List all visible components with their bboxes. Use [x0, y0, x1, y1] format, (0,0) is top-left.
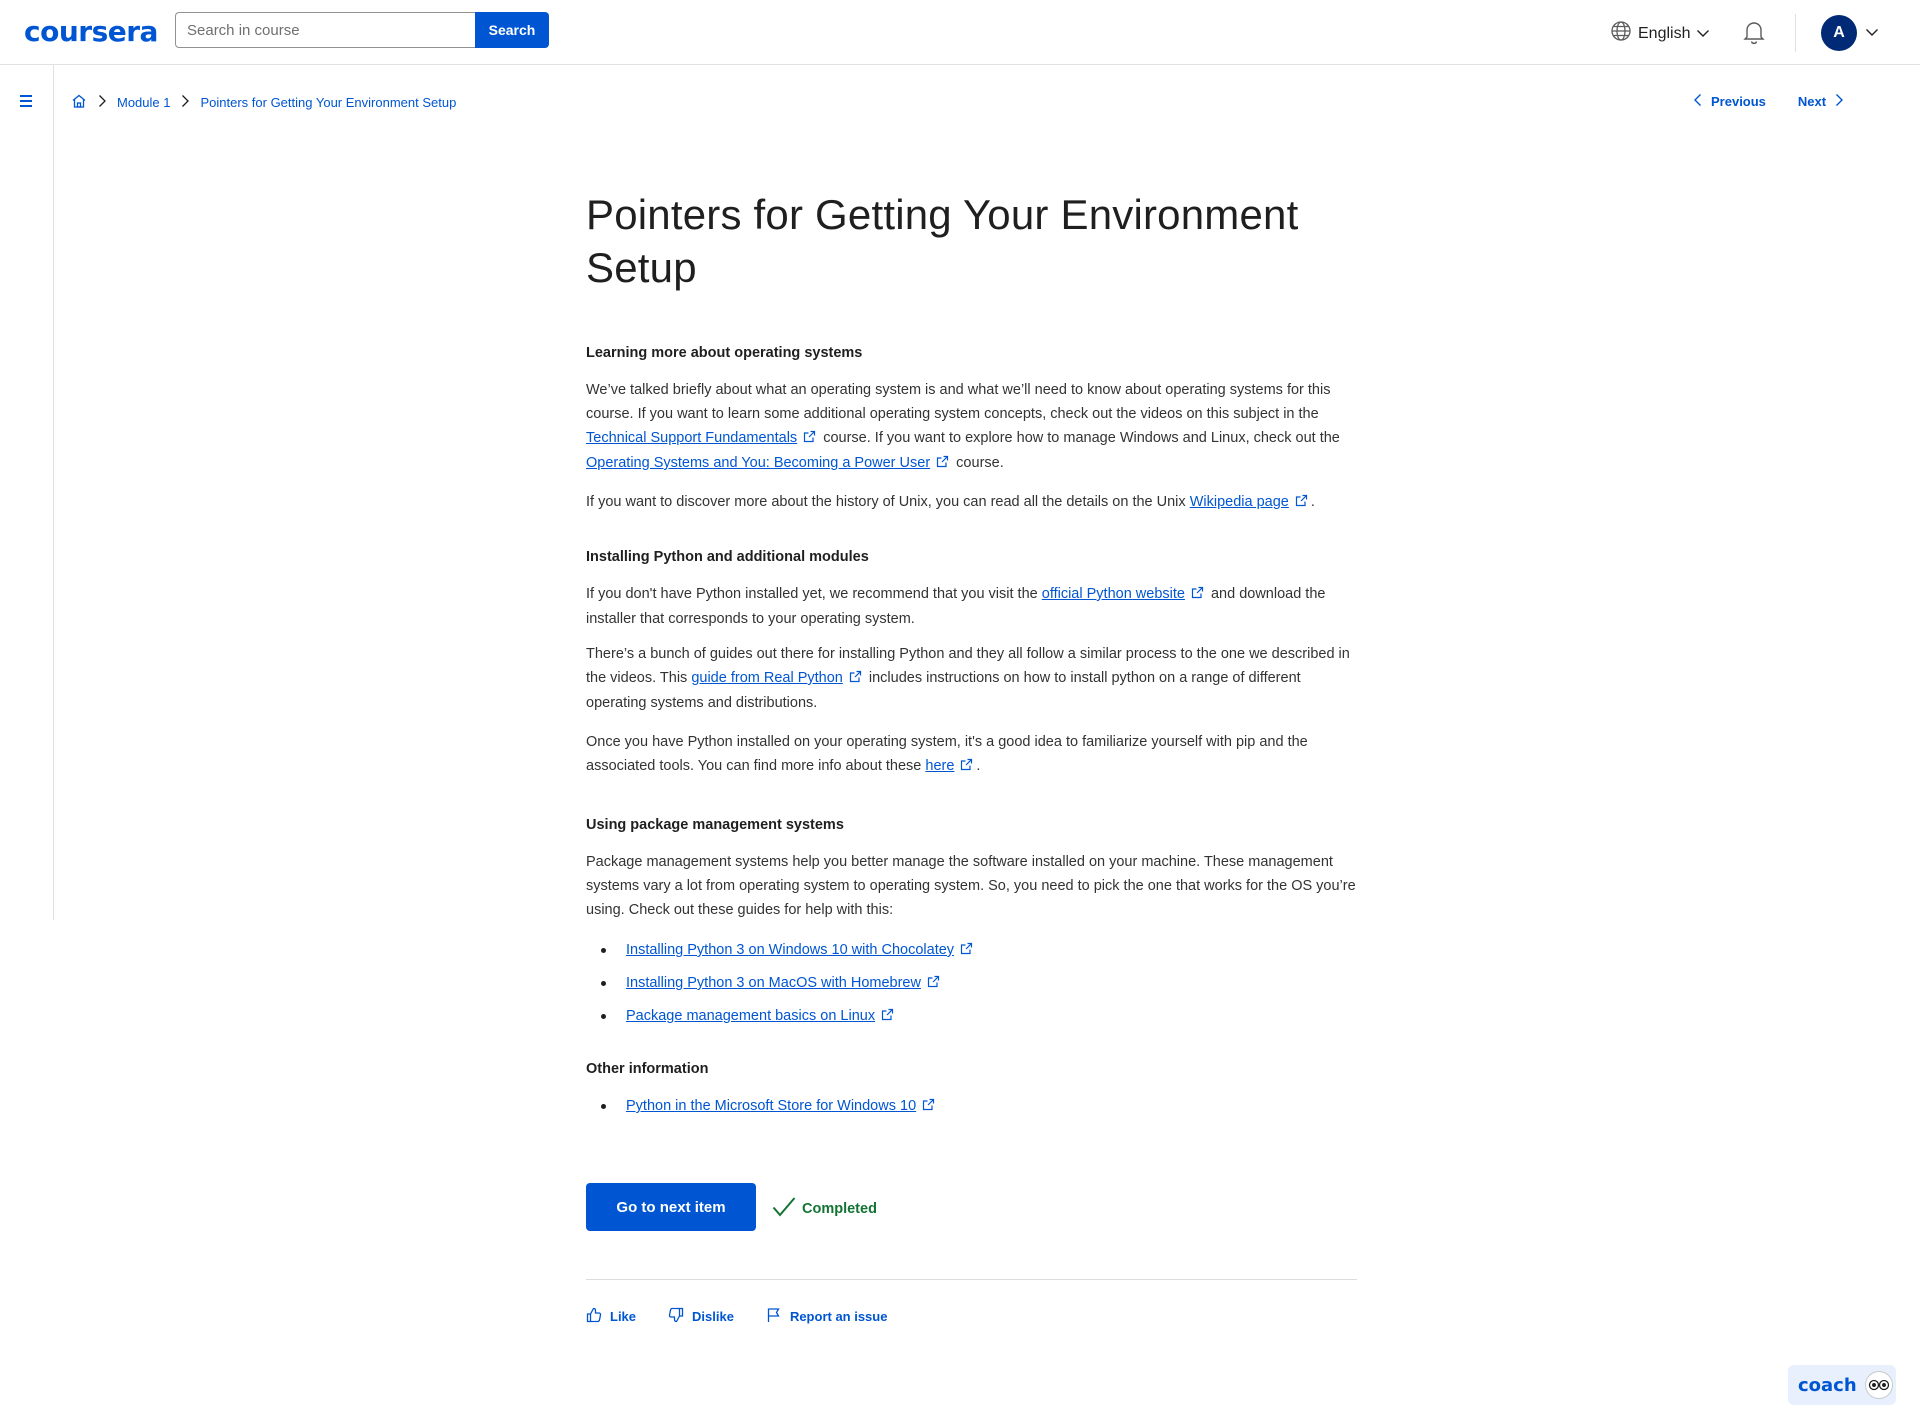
list-item: Installing Python 3 on Windows 10 with C…	[586, 940, 1358, 961]
section-heading-python: Installing Python and additional modules	[586, 549, 869, 565]
link-official-python-website[interactable]: official Python website	[1042, 586, 1185, 602]
top-header: coursera Search English A	[0, 0, 1920, 65]
report-issue-button[interactable]: Report an issue	[766, 1307, 888, 1326]
thumbs-up-icon	[586, 1307, 602, 1326]
like-label: Like	[610, 1309, 637, 1324]
external-link-icon	[881, 1007, 894, 1027]
python-paragraph-2: There’s a bunch of guides out there for …	[586, 646, 1350, 711]
os-paragraph-1: We’ve talked briefly about what an opera…	[586, 378, 1358, 476]
coach-label: coach	[1798, 1374, 1857, 1396]
thumbs-down-icon	[668, 1307, 684, 1326]
link-here[interactable]: here	[925, 758, 954, 774]
section-heading-other: Other information	[586, 1061, 709, 1077]
go-to-next-item-button[interactable]: Go to next item	[586, 1183, 756, 1231]
globe-icon	[1610, 20, 1632, 47]
external-link-icon	[803, 427, 816, 451]
course-search: Search	[175, 12, 549, 48]
profile-menu[interactable]: A	[1821, 15, 1879, 51]
breadcrumb-current[interactable]: Pointers for Getting Your Environment Se…	[200, 95, 456, 110]
link-guide-from-real-python[interactable]: guide from Real Python	[691, 670, 843, 686]
coach-button[interactable]: coach	[1788, 1365, 1896, 1405]
check-icon	[772, 1196, 796, 1222]
external-link-icon	[922, 1097, 935, 1117]
breadcrumb: Module 1 Pointers for Getting Your Envir…	[71, 93, 456, 112]
feedback-bar: Like Dislike Report an issue	[586, 1307, 919, 1326]
chevron-right-icon	[180, 94, 190, 111]
page-title: Pointers for Getting Your Environment Se…	[586, 191, 1299, 291]
coach-icon	[1864, 1371, 1893, 1399]
external-link-icon	[960, 941, 973, 961]
previous-label: Previous	[1711, 94, 1766, 109]
list-item: Package management basics on Linux	[586, 1006, 1358, 1027]
item-navigation: Previous Next	[1693, 93, 1844, 110]
link-python-microsoft-store[interactable]: Python in the Microsoft Store for Window…	[626, 1098, 916, 1114]
python-paragraph-3: Once you have Python installed on your o…	[586, 730, 1358, 779]
completed-label: Completed	[802, 1201, 877, 1217]
os-paragraph-2: If you want to discover more about the h…	[586, 490, 1358, 515]
previous-button[interactable]: Previous	[1693, 93, 1766, 110]
next-label: Next	[1797, 94, 1827, 109]
link-operating-systems-and-you[interactable]: Operating Systems and You: Becoming a Po…	[586, 455, 930, 471]
menu-icon[interactable]	[18, 94, 34, 113]
python-paragraph-1: If you don't have Python installed yet, …	[586, 582, 1358, 631]
next-button[interactable]: Next	[1798, 93, 1844, 110]
packages-paragraph: Package management systems help you bett…	[586, 854, 1356, 918]
external-link-icon	[849, 667, 862, 691]
chevron-right-icon	[97, 94, 107, 111]
home-icon[interactable]	[71, 93, 87, 112]
external-link-icon	[936, 452, 949, 476]
dislike-label: Dislike	[692, 1309, 734, 1324]
external-link-icon	[1295, 491, 1308, 515]
section-heading-packages: Using package management systems	[586, 817, 844, 833]
chevron-left-icon	[1693, 93, 1703, 110]
external-link-icon	[1191, 583, 1204, 607]
list-item: Python in the Microsoft Store for Window…	[586, 1096, 1358, 1117]
link-python-macos-homebrew[interactable]: Installing Python 3 on MacOS with Homebr…	[626, 975, 921, 991]
chevron-right-icon	[1834, 93, 1844, 110]
link-package-management-linux[interactable]: Package management basics on Linux	[626, 1008, 875, 1024]
packages-link-list: Installing Python 3 on Windows 10 with C…	[586, 940, 1358, 1027]
bell-icon[interactable]	[1742, 19, 1766, 50]
search-input[interactable]	[175, 12, 475, 48]
external-link-icon	[927, 974, 940, 994]
link-python-windows-chocolatey[interactable]: Installing Python 3 on Windows 10 with C…	[626, 942, 954, 958]
external-link-icon	[960, 755, 973, 779]
list-item: Installing Python 3 on MacOS with Homebr…	[586, 973, 1358, 994]
breadcrumb-module[interactable]: Module 1	[117, 95, 170, 110]
chevron-down-icon	[1865, 24, 1879, 42]
like-button[interactable]: Like	[586, 1307, 636, 1326]
avatar: A	[1821, 15, 1857, 51]
section-heading-os: Learning more about operating systems	[586, 345, 863, 361]
header-divider	[1795, 14, 1796, 52]
other-link-list: Python in the Microsoft Store for Window…	[586, 1096, 1358, 1117]
left-rail	[0, 65, 54, 920]
dislike-button[interactable]: Dislike	[668, 1307, 734, 1326]
link-wikipedia-page[interactable]: Wikipedia page	[1190, 494, 1289, 510]
language-selector[interactable]: English	[1610, 20, 1710, 47]
completed-status: Completed	[772, 1196, 877, 1222]
report-label: Report an issue	[789, 1309, 888, 1324]
chevron-down-icon	[1696, 25, 1710, 43]
language-label: English	[1638, 24, 1691, 42]
coursera-logo[interactable]: coursera	[24, 15, 158, 48]
search-button[interactable]: Search	[475, 12, 549, 48]
link-technical-support-fundamentals[interactable]: Technical Support Fundamentals	[586, 430, 797, 446]
flag-icon	[766, 1307, 782, 1326]
content-divider	[586, 1279, 1357, 1280]
